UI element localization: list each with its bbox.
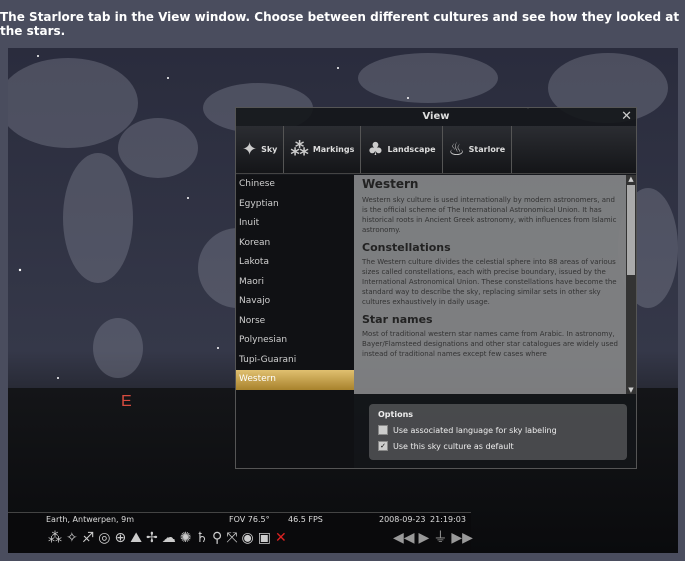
planets-icon: ✦: [242, 139, 258, 160]
option-label: Use this sky culture as default: [393, 441, 514, 451]
list-item-egyptian[interactable]: Egyptian: [236, 195, 354, 215]
culture-description: Western Western sky culture is used inte…: [354, 175, 626, 394]
ground-icon[interactable]: ⛰: [130, 529, 142, 547]
time-text: 21:19:03: [430, 515, 466, 524]
bottom-toolbar: Earth, Antwerpen, 9m FOV 76.5° 46.5 FPS …: [8, 512, 473, 553]
azimuthal-grid-icon[interactable]: ⊕: [115, 529, 127, 547]
options-group: Options Use associated language for sky …: [369, 404, 627, 460]
view-tabs: ✦ Sky ⁂ Markings ♣ Landscape ♨ Starlore: [236, 126, 636, 174]
list-item-maori[interactable]: Maori: [236, 273, 354, 293]
section-heading: Star names: [362, 313, 433, 326]
rewind-icon[interactable]: ◀◀: [393, 529, 415, 547]
planet-labels-icon[interactable]: ♄: [195, 529, 208, 547]
list-item-navajo[interactable]: Navajo: [236, 292, 354, 312]
tab-label: Landscape: [387, 145, 436, 154]
tab-landscape[interactable]: ♣ Landscape: [361, 126, 443, 173]
list-item-lakota[interactable]: Lakota: [236, 253, 354, 273]
view-window-title: View: [422, 111, 450, 122]
play-icon[interactable]: ▶: [419, 529, 430, 547]
option-label: Use associated language for sky labeling: [393, 425, 557, 435]
tab-starlore[interactable]: ♨ Starlore: [443, 126, 513, 173]
sky-culture-list: Chinese Egyptian Inuit Korean Lakota Mao…: [236, 175, 354, 468]
fov-text: FOV 76.5°: [229, 515, 270, 524]
section-text: The Western culture divides the celestia…: [362, 258, 617, 306]
tab-label: Starlore: [468, 145, 506, 154]
description-scrollbar[interactable]: ▲ ▼: [626, 175, 636, 394]
nebulae-icon[interactable]: ✺: [180, 529, 192, 547]
tab-label: Markings: [312, 145, 355, 154]
time-controls: ◀◀ ▶ ⏚ ▶▶: [393, 529, 473, 547]
constellation-lines-icon: ⁂: [290, 139, 309, 160]
tab-sky[interactable]: ✦ Sky: [236, 126, 285, 173]
view-window: View ✕ ✦ Sky ⁂ Markings ♣ Landscape ♨ St…: [235, 107, 637, 469]
section-text: Most of traditional western star names c…: [362, 330, 618, 358]
cardinal-points-icon[interactable]: ✢: [146, 529, 158, 547]
tab-label: Sky: [261, 145, 278, 154]
list-item-western[interactable]: Western: [236, 370, 354, 390]
caption: The Starlore tab in the View window. Cho…: [0, 10, 680, 38]
night-mode-icon[interactable]: ◉: [242, 529, 254, 547]
constellation-art-icon[interactable]: ♐: [82, 529, 95, 547]
fast-forward-icon[interactable]: ▶▶: [451, 529, 473, 547]
list-item-polynesian[interactable]: Polynesian: [236, 331, 354, 351]
fps-text: 46.5 FPS: [288, 515, 323, 524]
now-icon[interactable]: ⏚: [433, 529, 447, 547]
description-title: Western: [362, 177, 419, 191]
constellation-lines-icon[interactable]: ⁂: [48, 529, 62, 547]
campfire-icon: ♨: [448, 139, 465, 160]
equatorial-grid-icon[interactable]: ◎: [98, 529, 110, 547]
tree-landscape-icon: ♣: [367, 139, 384, 160]
tab-markings[interactable]: ⁂ Markings: [284, 126, 362, 173]
list-item-tupi-guarani[interactable]: Tupi-Guarani: [236, 351, 354, 371]
option-default-culture[interactable]: ✓ Use this sky culture as default: [378, 441, 627, 451]
scrollbar-thumb[interactable]: [627, 185, 635, 275]
quit-icon[interactable]: ✕: [275, 529, 287, 547]
scroll-up-icon[interactable]: ▲: [626, 175, 636, 183]
section-heading: Constellations: [362, 241, 451, 254]
constellation-labels-icon[interactable]: ✧: [66, 529, 78, 547]
location-text: Earth, Antwerpen, 9m: [46, 515, 135, 524]
date-text: 2008-09-23: [379, 515, 426, 524]
close-icon[interactable]: ✕: [621, 109, 632, 124]
checkbox-sky-labeling[interactable]: [378, 425, 388, 435]
list-item-korean[interactable]: Korean: [236, 234, 354, 254]
scroll-down-icon[interactable]: ▼: [626, 386, 636, 394]
description-intro: Western sky culture is used internationa…: [362, 196, 617, 234]
list-item-inuit[interactable]: Inuit: [236, 214, 354, 234]
option-sky-labeling[interactable]: Use associated language for sky labeling: [378, 425, 627, 435]
list-item-chinese[interactable]: Chinese: [236, 175, 354, 195]
center-icon[interactable]: ⤧: [226, 529, 237, 547]
toolbar-icons: ⁂ ✧ ♐ ◎ ⊕ ⛰ ✢ ☁ ✺ ♄ ⚲ ⤧ ◉ ▣ ✕: [48, 529, 287, 547]
fullscreen-icon[interactable]: ▣: [258, 529, 271, 547]
list-item-norse[interactable]: Norse: [236, 312, 354, 332]
mount-mode-icon[interactable]: ⚲: [212, 529, 222, 547]
checkbox-default-culture[interactable]: ✓: [378, 441, 388, 451]
options-title: Options: [378, 410, 414, 419]
compass-east-label: E: [121, 393, 132, 410]
atmosphere-icon[interactable]: ☁: [162, 529, 176, 547]
